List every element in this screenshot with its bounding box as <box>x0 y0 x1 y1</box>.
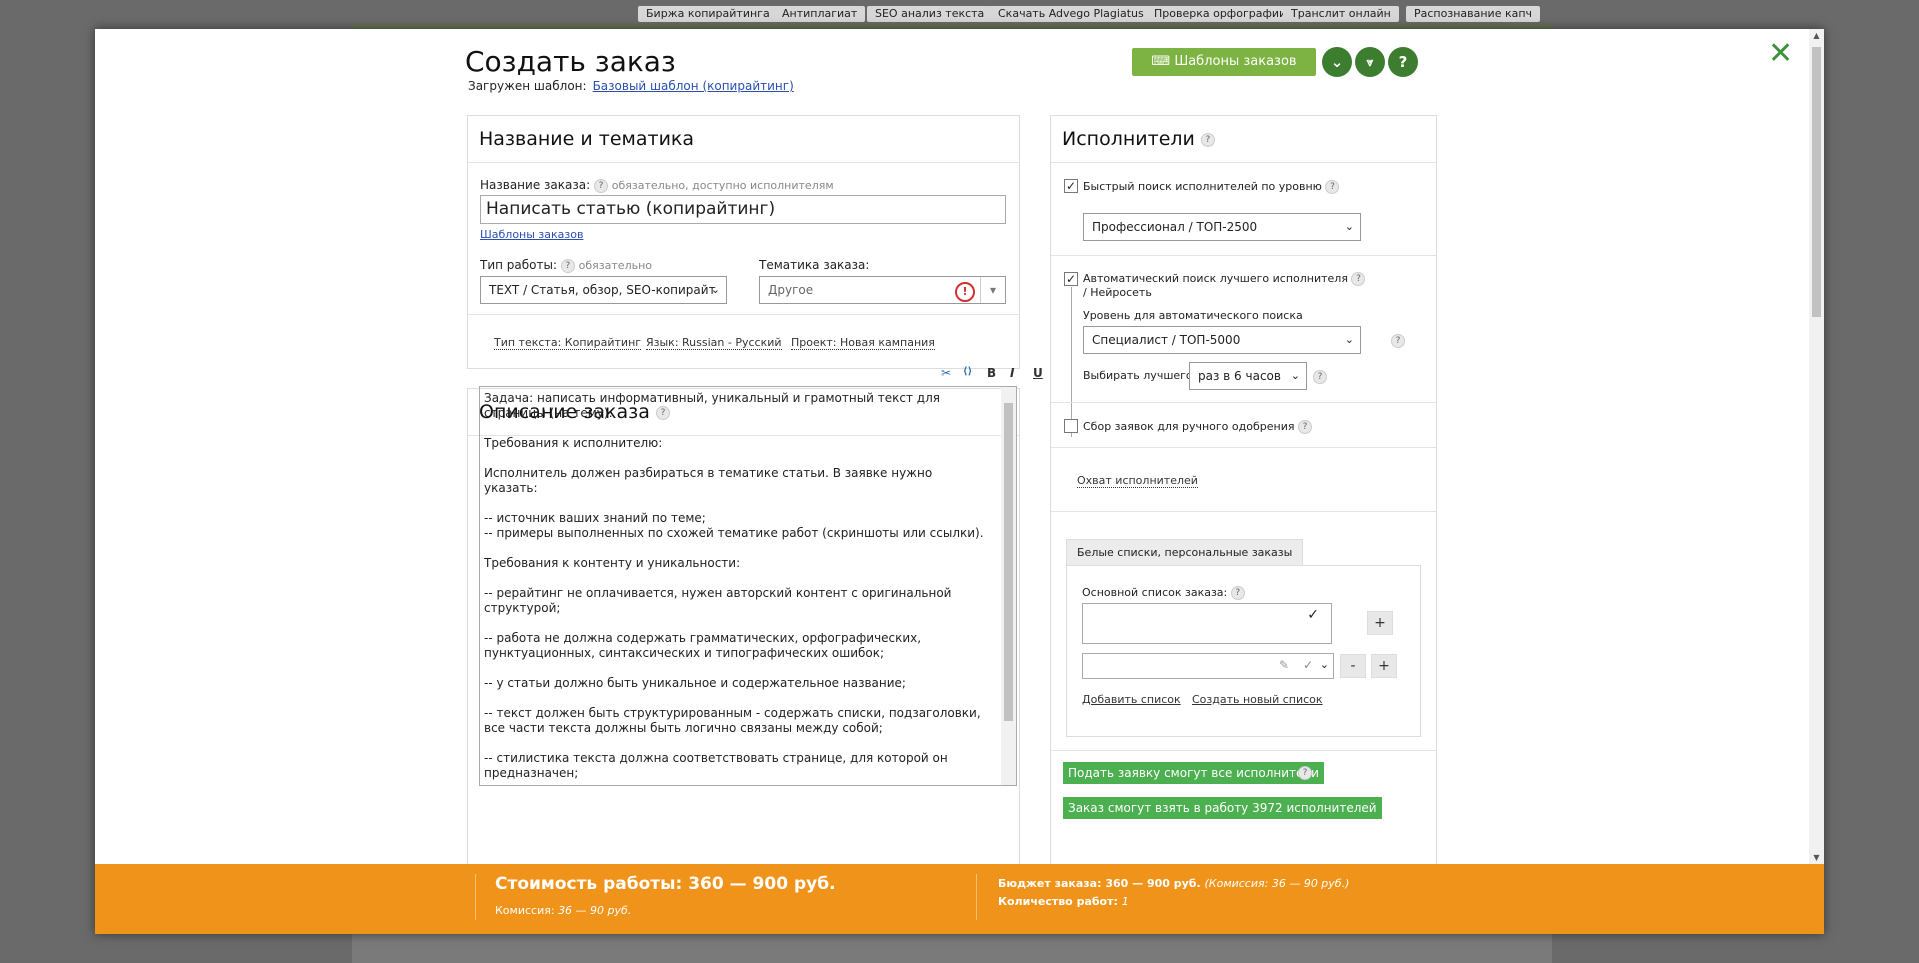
help-icon[interactable]: ? <box>1297 420 1312 434</box>
topic-label: Тематика заказа: <box>759 258 870 272</box>
performers-panel: Исполнители ? ✓ Быстрый поиск исполнител… <box>1050 115 1437 865</box>
order-cost-footer: Стоимость работы: 360 — 900 руб. Комисси… <box>95 864 1824 934</box>
order-name-label-row: Название заказа: ? обязательно, доступно… <box>480 178 834 193</box>
chevron-down-icon: ⌄ <box>710 283 720 296</box>
check-circle-icon[interactable]: ✓ <box>1303 658 1313 672</box>
top-link[interactable]: SEO анализ текста <box>867 6 993 22</box>
main-list-textarea[interactable]: ✓ <box>1082 603 1332 644</box>
help-icon[interactable]: ? <box>655 405 670 420</box>
project-link[interactable]: Проект: Новая кампания <box>791 336 935 350</box>
topic-select[interactable]: Другое ! ▾ <box>759 276 1006 304</box>
work-type-select[interactable]: TEXT / Статья, обзор, SEO-копирайт ⌄ <box>480 276 727 304</box>
help-icon[interactable]: ? <box>1298 766 1312 780</box>
help-icon[interactable]: ? <box>560 258 575 273</box>
top-links-bar: Биржа копирайтинга Антиплагиат SEO анали… <box>0 0 1919 24</box>
budget-line: Бюджет заказа: 360 — 900 руб. (Комиссия:… <box>998 877 1350 890</box>
work-type-label-row: Тип работы: ? обязательно <box>480 258 653 273</box>
error-icon: ! <box>955 282 975 302</box>
chevron-down-icon: ⌄ <box>1290 369 1300 382</box>
help-icon[interactable]: ? <box>1351 272 1366 286</box>
help-icon[interactable]: ? <box>1230 586 1245 600</box>
help-icon[interactable]: ? <box>593 178 608 193</box>
manual-approval-label: Сбор заявок для ручного одобрения ? <box>1083 420 1312 434</box>
create-order-modal: ✕ ▲ ▼ Создать заказ Загружен шаблон: Базо… <box>95 29 1824 934</box>
name-topic-panel: Название и тематика Название заказа: ? о… <box>467 115 1020 369</box>
help-icon[interactable]: ? <box>1200 132 1215 147</box>
chevron-down-icon: ⌄ <box>1344 333 1354 346</box>
help-icon[interactable]: ? <box>1325 180 1340 194</box>
chevron-down-icon[interactable]: ⌄ <box>1320 658 1329 671</box>
performers-heading: Исполнители ? <box>1051 116 1436 163</box>
scroll-down-icon[interactable]: ▼ <box>1809 853 1824 862</box>
auto-search-checkbox[interactable]: ✓ <box>1064 272 1078 286</box>
main-list-label: Основной список заказа: ? <box>1082 586 1245 600</box>
help-icon[interactable]: ? <box>1391 334 1405 348</box>
collapse-icon[interactable]: ⌄ <box>1322 47 1352 77</box>
order-name-input[interactable]: Написать статью (копирайтинг) <box>480 195 1006 224</box>
remove-list-button[interactable]: - <box>1340 654 1366 678</box>
top-link[interactable]: Распознавание капч <box>1406 6 1541 22</box>
commission-line: Комиссия: 36 — 90 руб. <box>495 904 632 917</box>
whitelist-box: Основной список заказа: ? ✓ + ✎ ✓ ⌄ - + … <box>1066 565 1421 737</box>
manual-approval-checkbox[interactable] <box>1064 419 1078 433</box>
order-templates-button[interactable]: ⌨ Шаблоны заказов <box>1132 48 1316 76</box>
top-link[interactable]: Биржа копирайтинга <box>638 6 778 22</box>
chevron-down-icon[interactable]: ▾ <box>980 277 1005 303</box>
quick-search-label: Быстрый поиск исполнителей по уровню ? <box>1083 180 1340 194</box>
text-type-link[interactable]: Тип текста: Копирайтинг <box>494 336 642 350</box>
work-count-line: Количество работ: 1 <box>998 895 1129 908</box>
auto-level-label: Уровень для автоматического поиска <box>1083 309 1303 322</box>
language-link[interactable]: Язык: Russian - Русский <box>646 336 782 350</box>
top-link[interactable]: Проверка орфографии <box>1146 6 1295 22</box>
quick-level-select[interactable]: Профессионал / ТОП-2500 ⌄ <box>1083 213 1361 241</box>
name-topic-heading: Название и тематика <box>468 116 1019 163</box>
add-to-list-button[interactable]: + <box>1367 611 1393 635</box>
auto-search-label: Автоматический поиск лучшего исполнителя… <box>1083 272 1366 299</box>
underline-icon[interactable]: U <box>1033 366 1043 380</box>
modal-scrollbar[interactable]: ▲ ▼ <box>1809 29 1824 864</box>
order-templates-link[interactable]: Шаблоны заказов <box>480 228 583 241</box>
loaded-template-line: Загружен шаблон: Базовый шаблон (копирайт… <box>468 79 794 93</box>
description-panel: Описание заказа ? <box>467 388 1020 866</box>
pencil-icon[interactable]: ✎ <box>1279 658 1289 672</box>
choose-best-select[interactable]: раз в 6 часов ⌄ <box>1189 362 1307 390</box>
description-heading: Описание заказа ? <box>468 389 1019 436</box>
can-take-button[interactable]: Заказ смогут взять в работу 3972 исполни… <box>1063 797 1382 819</box>
auto-level-select[interactable]: Специалист / ТОП-5000 ⌄ <box>1083 326 1361 354</box>
choose-best-label: Выбирать лучшего: <box>1083 369 1197 382</box>
list-select[interactable]: ✎ ✓ ⌄ <box>1082 653 1334 679</box>
page-title: Создать заказ <box>465 45 676 78</box>
tab-whitelists[interactable]: Белые списки, персональные заказы <box>1066 539 1304 566</box>
close-icon[interactable]: ✕ <box>1768 39 1793 69</box>
check-circle-icon[interactable]: ✓ <box>1307 607 1319 623</box>
add-list-button[interactable]: + <box>1371 654 1397 678</box>
chevron-down-icon: ⌄ <box>1344 220 1354 233</box>
top-link[interactable]: Скачать Advego Plagiatus <box>990 6 1152 22</box>
help-icon[interactable]: ? <box>1388 47 1418 77</box>
quick-search-checkbox[interactable]: ✓ <box>1064 179 1078 193</box>
top-link[interactable]: Транслит онлайн <box>1283 6 1399 22</box>
scroll-up-icon[interactable]: ▲ <box>1809 31 1824 40</box>
loaded-template-link[interactable]: Базовый шаблон (копирайтинг) <box>593 79 794 93</box>
cost-total: Стоимость работы: 360 — 900 руб. <box>495 874 836 894</box>
add-list-link[interactable]: Добавить список <box>1082 693 1181 706</box>
collapse-all-icon[interactable]: ⩔ <box>1355 47 1385 77</box>
help-icon[interactable]: ? <box>1313 370 1327 384</box>
keyboard-icon: ⌨ <box>1151 54 1171 69</box>
coverage-link[interactable]: Охват исполнителей <box>1077 474 1198 488</box>
create-list-link[interactable]: Создать новый список <box>1192 693 1323 706</box>
all-can-apply-button[interactable]: Подать заявку смогут все исполнители <box>1063 762 1324 784</box>
top-link[interactable]: Антиплагиат <box>774 6 866 22</box>
